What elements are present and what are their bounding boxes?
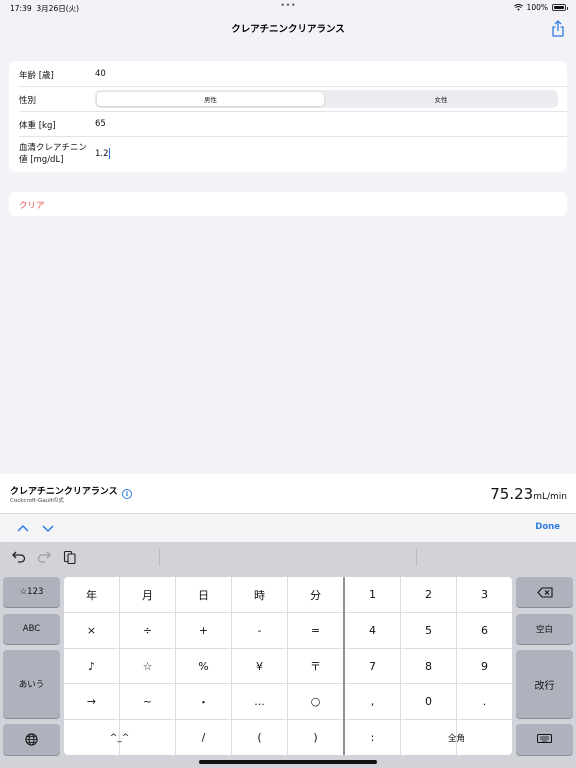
key-middle-dot[interactable]: ・ [176,684,231,719]
result-value: 75.23mL/min [490,485,567,503]
key-6[interactable]: 6 [457,613,512,648]
key-paren-close[interactable]: ) [288,720,343,755]
weight-label: 体重 [kg] [19,121,56,131]
creatinine-input[interactable]: 1.2 [95,148,110,159]
key-zenkaku[interactable]: 全角 [401,720,512,755]
result-unit: mL/min [533,492,567,502]
creatinine-label: 血清クレアチニン値 [mg/dL] [19,143,87,165]
wifi-icon [513,4,523,11]
undo-icon[interactable] [11,549,27,565]
key-multiply[interactable]: × [64,613,119,648]
divider [416,548,417,566]
status-right: 100% [513,3,568,12]
page-title: クレアチニンクリアランス [231,24,345,35]
age-input[interactable]: 40 [95,69,106,79]
home-indicator[interactable] [199,760,377,764]
multitasking-dots-icon[interactable]: ••• [280,1,296,11]
key-emoticon[interactable]: ^_^ [64,720,175,755]
globe-icon [25,733,38,746]
key-tilde[interactable]: ~ [120,684,175,719]
key-3[interactable]: 3 [457,577,512,612]
keyboard-accessory-bar: Done [0,514,576,542]
key-paren-open[interactable]: ( [232,720,287,755]
key-arrow[interactable]: → [64,684,119,719]
battery-icon [552,4,568,11]
keyboard: ☆123 ABC あいう 空白 改行 年 月 日 時 分 1 2 3 × ÷ +… [0,542,576,768]
clear-button[interactable]: クリア [9,192,567,216]
key-day[interactable]: 日 [176,577,231,612]
sex-option-female[interactable]: 女性 [326,92,556,106]
return-key[interactable]: 改行 [516,650,573,718]
key-divide[interactable]: ÷ [120,613,175,648]
sex-label: 性別 [19,96,37,106]
status-time: 17:39 3月26日(火) [10,4,80,13]
sex-segmented-control[interactable]: 男性 女性 [95,90,558,108]
text-cursor [108,148,110,159]
keyboard-dismiss-key[interactable] [516,724,573,755]
info-icon[interactable]: i [122,489,132,499]
delete-key[interactable] [516,577,573,607]
key-4[interactable]: 4 [345,613,400,648]
key-postal-mark[interactable]: 〒 [288,649,343,683]
share-icon[interactable] [550,20,566,38]
key-0[interactable]: 0 [401,684,456,719]
keyboard-hide-icon [537,734,552,743]
key-period[interactable]: . [457,684,512,719]
key-year[interactable]: 年 [64,577,119,612]
key-9[interactable]: 9 [457,649,512,683]
kana-mode-key[interactable]: あいう [3,650,60,718]
result-bar: クレアチニンクリアランス Cockcroft-Gaultの式 i 75.23mL… [0,474,576,514]
done-button[interactable]: Done [535,522,560,532]
key-equals[interactable]: = [288,613,343,648]
previous-field-chevron-up-icon[interactable] [16,521,30,535]
keyboard-shortcut-bar [0,542,576,572]
input-form: 年齢 [歳] 40 性別 男性 女性 体重 [kg] 65 血清クレアチニン値 … [9,61,567,172]
weight-row[interactable]: 体重 [kg] 65 [9,112,567,136]
redo-icon[interactable] [36,549,52,565]
abc-mode-key[interactable]: ABC [3,614,60,644]
key-grid: 年 月 日 時 分 1 2 3 × ÷ + - = 4 5 6 ♪ ☆ % ¥ … [64,577,512,755]
key-7[interactable]: 7 [345,649,400,683]
creatinine-row[interactable]: 血清クレアチニン値 [mg/dL] 1.2 [9,137,567,172]
key-8[interactable]: 8 [401,649,456,683]
divider [159,548,160,566]
key-hour[interactable]: 時 [232,577,287,612]
clear-label: クリア [19,201,45,211]
key-yen[interactable]: ¥ [232,649,287,683]
key-2[interactable]: 2 [401,577,456,612]
key-ellipsis[interactable]: ... [232,684,287,719]
age-row[interactable]: 年齢 [歳] 40 [9,61,567,86]
battery-percent: 100% [526,3,548,12]
status-bar: 17:39 3月26日(火) ••• 100% [0,0,576,14]
sex-option-male[interactable]: 男性 [97,92,324,106]
key-music-note[interactable]: ♪ [64,649,119,683]
weight-input[interactable]: 65 [95,119,106,129]
key-minute[interactable]: 分 [288,577,343,612]
key-5[interactable]: 5 [401,613,456,648]
delete-backspace-icon [536,586,553,598]
key-star[interactable]: ☆ [120,649,175,683]
key-slash[interactable]: / [176,720,231,755]
key-circle[interactable]: ○ [288,684,343,719]
paste-icon[interactable] [62,549,78,565]
key-minus[interactable]: - [232,613,287,648]
key-colon[interactable]: : [345,720,400,755]
space-key[interactable]: 空白 [516,614,573,644]
key-percent[interactable]: % [176,649,231,683]
symbol-mode-key[interactable]: ☆123 [3,577,60,607]
next-field-chevron-down-icon[interactable] [41,521,55,535]
key-plus[interactable]: + [176,613,231,648]
age-label: 年齢 [歳] [19,71,54,81]
key-comma[interactable]: , [345,684,400,719]
key-month[interactable]: 月 [120,577,175,612]
globe-key[interactable] [3,724,60,755]
key-1[interactable]: 1 [345,577,400,612]
result-subtitle: Cockcroft-Gaultの式 [10,498,64,504]
